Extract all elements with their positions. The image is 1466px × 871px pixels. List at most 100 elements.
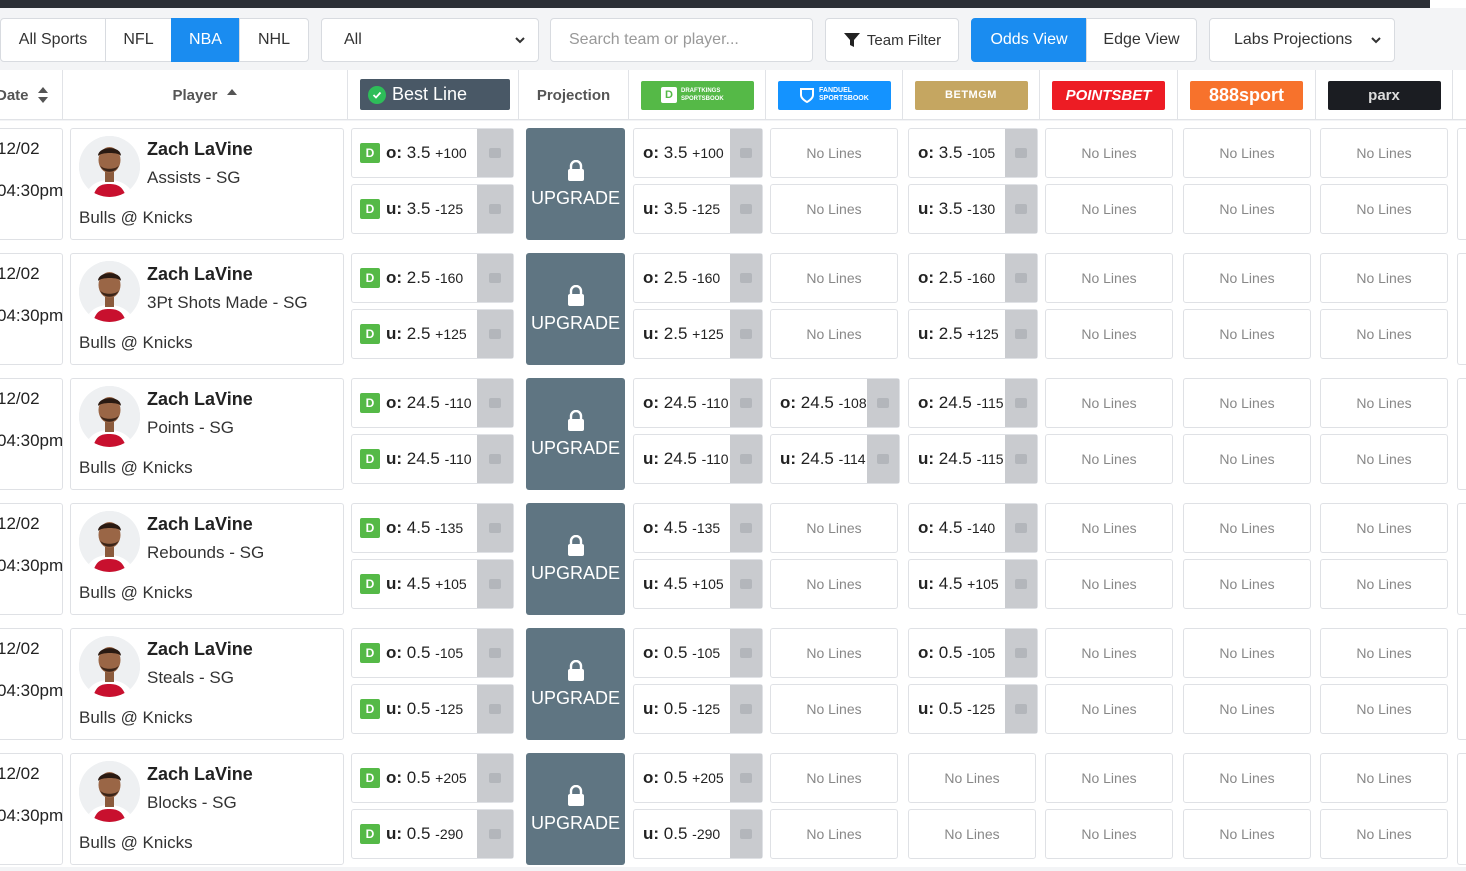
parx-column-header[interactable]: parx (1316, 70, 1453, 120)
best-line-cell[interactable]: Du: 2.5 +125 (351, 309, 514, 359)
table-row: 12/02 04:30pm Zach LaVine Points - SG Bulls … (0, 371, 1466, 496)
tab-all-sports[interactable]: All Sports (0, 18, 106, 62)
player-cell[interactable]: Zach LaVine 3Pt Shots Made - SG Bulls @ Kn… (70, 253, 344, 365)
upgrade-button[interactable]: UPGRADE (526, 128, 625, 240)
book-line-cell[interactable]: o: 24.5 -110 (633, 378, 763, 428)
chevron-down-icon (1371, 37, 1381, 44)
book-line-cell[interactable]: u: 2.5 +125 (908, 309, 1038, 359)
no-lines-cell: No Lines (1320, 378, 1448, 428)
best-line-cell[interactable]: Do: 3.5 +100 (351, 128, 514, 178)
tab-label: NBA (189, 31, 222, 48)
sort-asc-icon (226, 89, 237, 95)
best-line-cell[interactable]: Do: 0.5 -105 (351, 628, 514, 678)
player-cell[interactable]: Zach LaVine Assists - SG Bulls @ Knicks (70, 128, 344, 240)
book-line-cell[interactable]: u: 3.5 -125 (633, 184, 763, 234)
search-input[interactable] (550, 18, 813, 62)
book-line-cell[interactable]: u: 3.5 -130 (908, 184, 1038, 234)
player-cell[interactable]: Zach LaVine Points - SG Bulls @ Knicks (70, 378, 344, 490)
fanduel-column-header[interactable]: FANDUEL SPORTSBOOK (766, 70, 903, 120)
best-line-cell[interactable]: Du: 4.5 +105 (351, 559, 514, 609)
book-line-cell[interactable]: u: 4.5 +105 (633, 559, 763, 609)
game-time: 04:30pm (0, 306, 64, 325)
best-line-cell[interactable]: Du: 3.5 -125 (351, 184, 514, 234)
player-column-header[interactable]: Player (63, 70, 348, 120)
projection-header-label: Projection (536, 86, 611, 104)
no-lines-cell: No Lines (770, 628, 898, 678)
best-line-cell[interactable]: Du: 0.5 -125 (351, 684, 514, 734)
no-lines-cell: No Lines (1183, 503, 1311, 553)
book-line-text: o: 24.5 -108 (780, 393, 867, 412)
lock-icon (567, 409, 584, 431)
upgrade-button[interactable]: UPGRADE (526, 628, 625, 740)
no-lines-label: No Lines (1356, 576, 1412, 592)
book-line-cell[interactable]: o: 24.5 -115 (908, 378, 1038, 428)
player-cell[interactable]: Zach LaVine Rebounds - SG Bulls @ Knicks (70, 503, 344, 615)
book-line-cell[interactable]: u: 24.5 -110 (633, 434, 763, 484)
888sport-logo-text: 888sport (1208, 84, 1285, 105)
odds-view-button[interactable]: Odds View (971, 18, 1087, 62)
book-line-text: u: 0.5 -290 (643, 824, 721, 843)
upgrade-button[interactable]: UPGRADE (526, 253, 625, 365)
book-line-cell[interactable]: u: 0.5 -290 (633, 809, 763, 859)
book-line-cell[interactable]: o: 0.5 -105 (633, 628, 763, 678)
book-line-cell[interactable]: o: 4.5 -140 (908, 503, 1038, 553)
best-line-cell[interactable]: Do: 2.5 -160 (351, 253, 514, 303)
no-lines-label: No Lines (1081, 701, 1137, 717)
filter-select[interactable]: All (321, 18, 539, 62)
best-line-cell[interactable]: Do: 4.5 -135 (351, 503, 514, 553)
book-line-cell[interactable]: u: 0.5 -125 (908, 684, 1038, 734)
book-line-cell[interactable]: o: 24.5 -108 (770, 378, 900, 428)
book-line-cell[interactable]: o: 2.5 -160 (908, 253, 1038, 303)
tab-nba[interactable]: NBA (171, 18, 240, 62)
date-column-header[interactable]: Date (0, 70, 63, 120)
no-lines-label: No Lines (1081, 770, 1137, 786)
no-lines-label: No Lines (1219, 770, 1275, 786)
draftkings-column-header[interactable]: D DRAFTKINGS SPORTSBOOK (629, 70, 766, 120)
projection-column-header: Projection (519, 70, 629, 120)
pointsbet-logo: POINTSBET (1052, 80, 1165, 110)
book-line-cell[interactable]: u: 24.5 -115 (908, 434, 1038, 484)
player-cell[interactable]: Zach LaVine Steals - SG Bulls @ Knicks (70, 628, 344, 740)
player-cell[interactable]: Zach LaVine Blocks - SG Bulls @ Knicks (70, 753, 344, 865)
edge-indicator (1005, 504, 1037, 552)
pointsbet-column-header[interactable]: POINTSBET (1040, 70, 1178, 120)
book-line-cell[interactable]: o: 0.5 +205 (633, 753, 763, 803)
best-line-text: o: 4.5 -135 (386, 518, 464, 537)
best-line-cell[interactable]: Du: 24.5 -110 (351, 434, 514, 484)
no-lines-label: No Lines (1081, 201, 1137, 217)
book-line-cell[interactable]: o: 4.5 -135 (633, 503, 763, 553)
888sport-column-header[interactable]: 888sport (1178, 70, 1316, 120)
upgrade-button[interactable]: UPGRADE (526, 503, 625, 615)
avatar (79, 511, 140, 572)
book-line-cell[interactable]: o: 0.5 -105 (908, 628, 1038, 678)
no-lines-label: No Lines (806, 770, 862, 786)
best-line-cell[interactable]: Do: 0.5 +205 (351, 753, 514, 803)
no-lines-label: No Lines (1356, 326, 1412, 342)
best-line-column-header: Best Line (348, 70, 519, 120)
book-line-text: u: 2.5 +125 (918, 324, 999, 343)
shield-icon (800, 88, 814, 103)
betmgm-column-header[interactable]: BETMGM (903, 70, 1040, 120)
tab-nhl[interactable]: NHL (239, 18, 309, 62)
tab-nfl[interactable]: NFL (105, 18, 172, 62)
book-line-cell[interactable]: o: 2.5 -160 (633, 253, 763, 303)
book-line-cell[interactable]: u: 2.5 +125 (633, 309, 763, 359)
book-line-cell[interactable]: u: 4.5 +105 (908, 559, 1038, 609)
book-line-cell[interactable]: o: 3.5 +100 (633, 128, 763, 178)
book-line-cell[interactable]: o: 3.5 -105 (908, 128, 1038, 178)
draftkings-icon: D (360, 449, 380, 469)
upgrade-button[interactable]: UPGRADE (526, 378, 625, 490)
matchup: Bulls @ Knicks (79, 583, 193, 602)
book-line-cell[interactable]: u: 24.5 -114 (770, 434, 900, 484)
draftkings-icon: D (360, 518, 380, 538)
book-line-cell[interactable]: u: 0.5 -125 (633, 684, 763, 734)
edge-view-button[interactable]: Edge View (1086, 18, 1197, 62)
team-filter-button[interactable]: Team Filter (825, 18, 959, 62)
book-line-text: u: 4.5 +105 (643, 574, 724, 593)
player-name: Zach LaVine (147, 514, 253, 534)
best-line-cell[interactable]: Do: 24.5 -110 (351, 378, 514, 428)
no-lines-cell: No Lines (1045, 253, 1173, 303)
best-line-cell[interactable]: Du: 0.5 -290 (351, 809, 514, 859)
projections-select[interactable]: Labs Projections (1209, 18, 1395, 62)
upgrade-button[interactable]: UPGRADE (526, 753, 625, 865)
